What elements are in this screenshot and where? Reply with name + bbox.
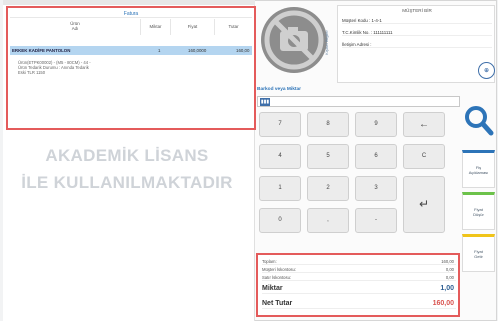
key-comma[interactable]: ,: [307, 208, 349, 233]
row-qty: 1: [158, 48, 161, 53]
key-8[interactable]: 8: [307, 112, 349, 137]
line-discount-value: 0,00: [445, 275, 454, 280]
license-watermark: AKADEMİK LİSANS İLE KULLANILMAKTADIR: [2, 142, 252, 196]
customer-discount-row: Müşteri İskontosu: 0,00: [262, 266, 456, 273]
subtotal-label: Toplam:: [262, 259, 277, 264]
price-fetch-label-2: Getir: [474, 254, 483, 259]
key-1[interactable]: 1: [259, 176, 301, 201]
row-price: 160,0000: [188, 48, 207, 53]
numeric-keypad: 7 8 9 ← 4 5 6 C 1 2 3 ↵ 0 , -: [259, 112, 449, 248]
price-lower-label-2: Düşür: [473, 212, 484, 217]
customer-side-label: Kişisel Bilgiler: [323, 30, 329, 55]
net-total-row: Net Tutar 160,00: [262, 299, 456, 309]
customer-address: İletişim Adresi :: [342, 42, 492, 48]
watermark-line-2: İLE KULLANILMAKTADIR: [21, 173, 233, 192]
key-3[interactable]: 3: [355, 176, 397, 201]
col-product-name[interactable]: Ürün Adı: [10, 19, 140, 35]
net-total-value: 160,00: [432, 300, 454, 307]
row-total: 160,00: [236, 48, 250, 53]
customer-discount-label: Müşteri İskontosu:: [262, 267, 296, 272]
customer-photo-placeholder[interactable]: [261, 7, 327, 73]
col-name-line2: Adı: [71, 26, 79, 31]
row-details: Ürün(ETPK00002) - (M5 - 80CM) - 44 - Ürü…: [18, 60, 198, 75]
barcode-icon[interactable]: ▮▮▮: [260, 98, 270, 106]
barcode-label: Barkod veya Miktar: [257, 87, 301, 92]
price-fetch-button[interactable]: Fiyat Getir: [462, 234, 495, 272]
col-quantity[interactable]: Miktar: [140, 19, 170, 35]
key-minus[interactable]: -: [355, 208, 397, 233]
invoice-column-headers: Ürün Adı Miktar Fiyat Tutar: [10, 19, 252, 35]
col-price[interactable]: Fiyat: [170, 19, 214, 35]
subtotal-row: Toplam: 160,00: [262, 258, 456, 265]
receipt-note-label-2: Açıklaması: [468, 170, 489, 175]
customer-add-icon[interactable]: ⊕: [478, 62, 495, 79]
customer-side-tab[interactable]: Kişisel Bilgiler: [324, 12, 336, 76]
customer-tax-no: T.C.Kimlik No. : 111111111: [342, 30, 492, 36]
customer-discount-value: 0,00: [445, 267, 454, 272]
quantity-row: Miktar 1,00: [262, 284, 456, 294]
row-product-name: ERKEK KADİFE PANTOLON: [12, 48, 71, 53]
search-icon: [465, 106, 494, 136]
line-discount-label: Satır İskontosu:: [262, 275, 292, 280]
key-2[interactable]: 2: [307, 176, 349, 201]
subtotal-value: 160,00: [441, 259, 454, 264]
key-9[interactable]: 9: [355, 112, 397, 137]
customer-name: MÜŞTERİ BİR: [402, 8, 432, 13]
watermark-line-1: AKADEMİK LİSANS: [45, 146, 209, 165]
key-0[interactable]: 0: [259, 208, 301, 233]
invoice-panel: Fatura Ürün Adı Miktar Fiyat Tutar ERKEK…: [6, 6, 256, 130]
key-backspace[interactable]: ←: [403, 112, 445, 137]
col-total[interactable]: Tutar: [214, 19, 252, 35]
key-6[interactable]: 6: [355, 144, 397, 169]
customer-code: Müşteri Kodu : 1-4-1: [342, 18, 492, 24]
key-7[interactable]: 7: [259, 112, 301, 137]
line-discount-row: Satır İskontosu: 0,00: [262, 274, 456, 281]
details-line-3: Eski TLR 1150: [18, 70, 46, 75]
search-button[interactable]: [462, 102, 495, 140]
barcode-input[interactable]: ▮▮▮: [257, 96, 460, 107]
key-4[interactable]: 4: [259, 144, 301, 169]
customer-card: MÜŞTERİ BİR Müşteri Kodu : 1-4-1 T.C.Kim…: [337, 5, 495, 83]
key-5[interactable]: 5: [307, 144, 349, 169]
receipt-note-button[interactable]: Fiş Açıklaması: [462, 150, 495, 188]
key-clear[interactable]: C: [403, 144, 445, 169]
key-enter[interactable]: ↵: [403, 176, 445, 233]
no-camera-icon: [264, 10, 324, 70]
price-lower-button[interactable]: Fiyat Düşür: [462, 192, 495, 230]
totals-panel: Toplam: 160,00 Müşteri İskontosu: 0,00 S…: [256, 253, 460, 317]
quantity-label: Miktar: [262, 285, 283, 292]
invoice-header: Fatura: [10, 10, 252, 18]
quantity-value: 1,00: [440, 285, 454, 292]
top-strip: [3, 0, 255, 5]
invoice-row-selected[interactable]: ERKEK KADİFE PANTOLON 1 160,0000 160,00: [10, 46, 252, 55]
net-total-label: Net Tutar: [262, 300, 293, 307]
